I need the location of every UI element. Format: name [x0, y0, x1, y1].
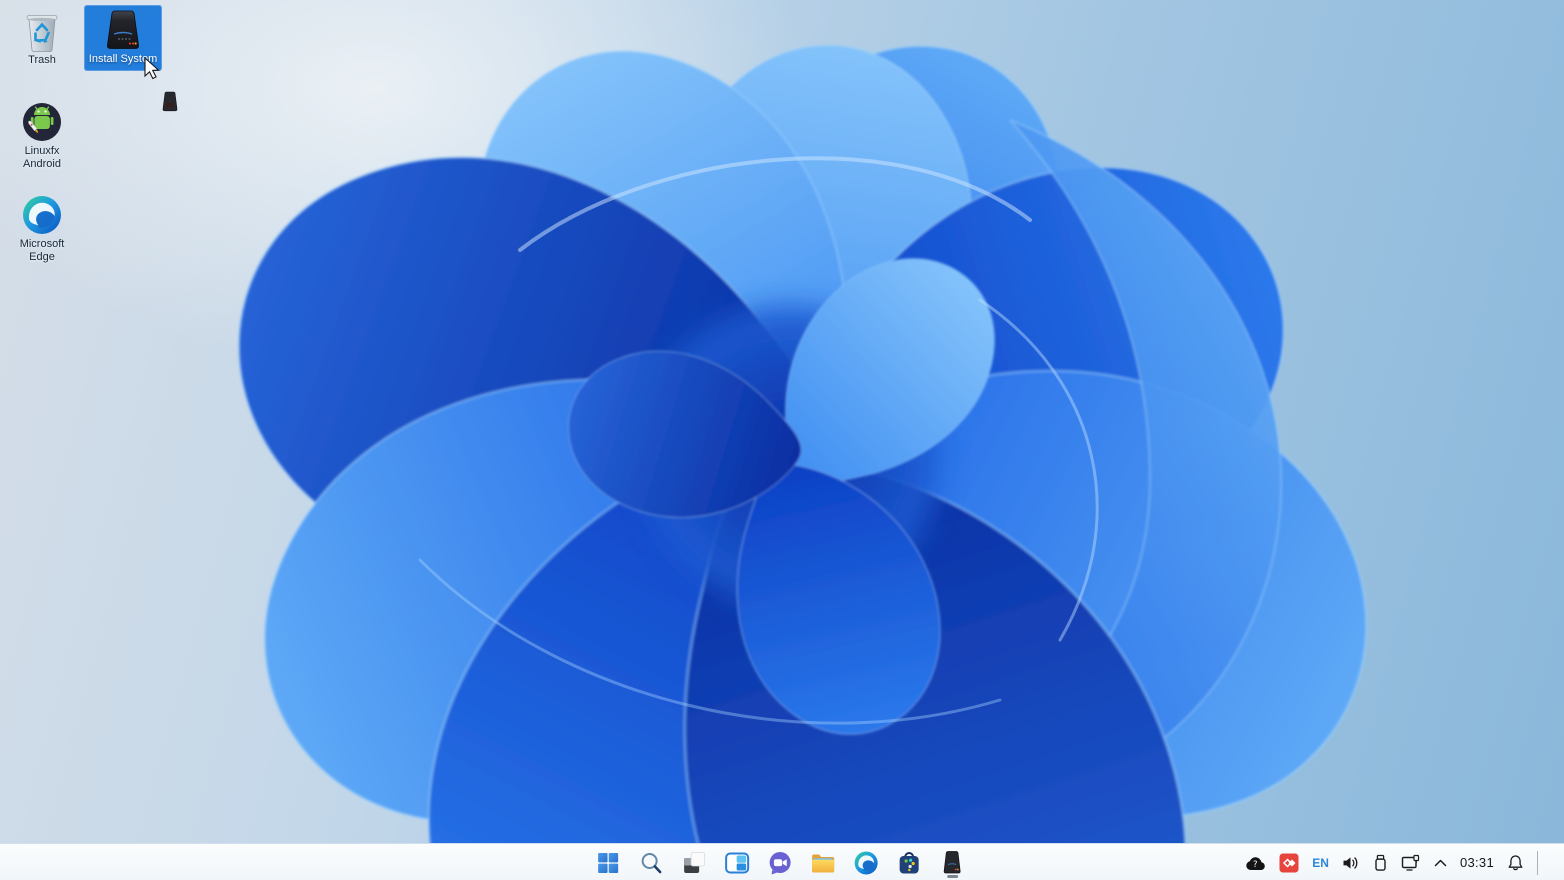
trash-icon	[23, 9, 61, 53]
file-explorer-button[interactable]	[809, 848, 837, 878]
edge-browser-button[interactable]	[852, 848, 880, 878]
android-rocket-icon	[21, 100, 63, 144]
start-button[interactable]	[594, 848, 622, 878]
notifications-bell-icon[interactable]	[1507, 854, 1524, 872]
taskbar-center-icons	[594, 844, 966, 880]
drag-ghost-drive-icon	[161, 91, 179, 117]
hidden-icons-chevron[interactable]	[1434, 858, 1447, 868]
software-store-button[interactable]	[895, 848, 923, 878]
themes-button[interactable]	[680, 848, 708, 878]
store-bag-icon	[899, 851, 919, 873]
tray-separator	[1537, 850, 1538, 875]
keyboard-language-indicator[interactable]: EN	[1312, 856, 1329, 870]
system-tray: ? EN 03:31	[1245, 844, 1556, 880]
show-desktop-button[interactable]	[1551, 844, 1556, 880]
hard-drive-icon	[943, 850, 961, 873]
volume-icon[interactable]	[1342, 855, 1360, 871]
wallpaper-bloom	[175, 0, 1421, 880]
hard-drive-icon	[101, 8, 145, 52]
svg-text:?: ?	[1253, 860, 1258, 870]
system-installer-button[interactable]	[938, 848, 966, 878]
desktop-icon-linuxfx-android[interactable]: Linuxfx Android	[4, 97, 80, 171]
desktop-icon-label: Microsoft Edge	[19, 238, 65, 263]
taskbar-clock[interactable]: 03:31	[1460, 855, 1494, 870]
folder-icon	[812, 854, 835, 872]
search-icon	[641, 852, 662, 873]
cloud-status-icon[interactable]: ?	[1245, 854, 1266, 872]
windows-start-icon	[598, 852, 619, 873]
window-layout-button[interactable]	[723, 848, 751, 878]
edge-icon	[854, 851, 878, 874]
chat-button[interactable]	[766, 848, 794, 878]
search-button[interactable]	[637, 848, 665, 878]
overlapping-squares-icon	[684, 851, 706, 873]
usb-device-icon[interactable]	[1373, 854, 1388, 872]
desktop-icon-trash[interactable]: Trash	[4, 6, 80, 67]
video-chat-bubble-icon	[769, 851, 791, 874]
edge-logo-icon	[21, 193, 63, 237]
split-panel-icon	[725, 852, 750, 873]
desktop-icon-label: Linuxfx Android	[23, 145, 61, 170]
desktop-icon-microsoft-edge[interactable]: Microsoft Edge	[4, 190, 80, 264]
desktop[interactable]: Trash Install System Linuxfx Android Mic…	[0, 0, 1564, 880]
running-indicator	[946, 874, 958, 878]
desktop-icon-label: Trash	[28, 54, 56, 66]
display-connect-icon[interactable]	[1401, 854, 1421, 872]
taskbar: ? EN 03:31	[0, 843, 1564, 880]
anydesk-icon[interactable]	[1279, 853, 1299, 873]
mouse-cursor	[142, 56, 162, 86]
